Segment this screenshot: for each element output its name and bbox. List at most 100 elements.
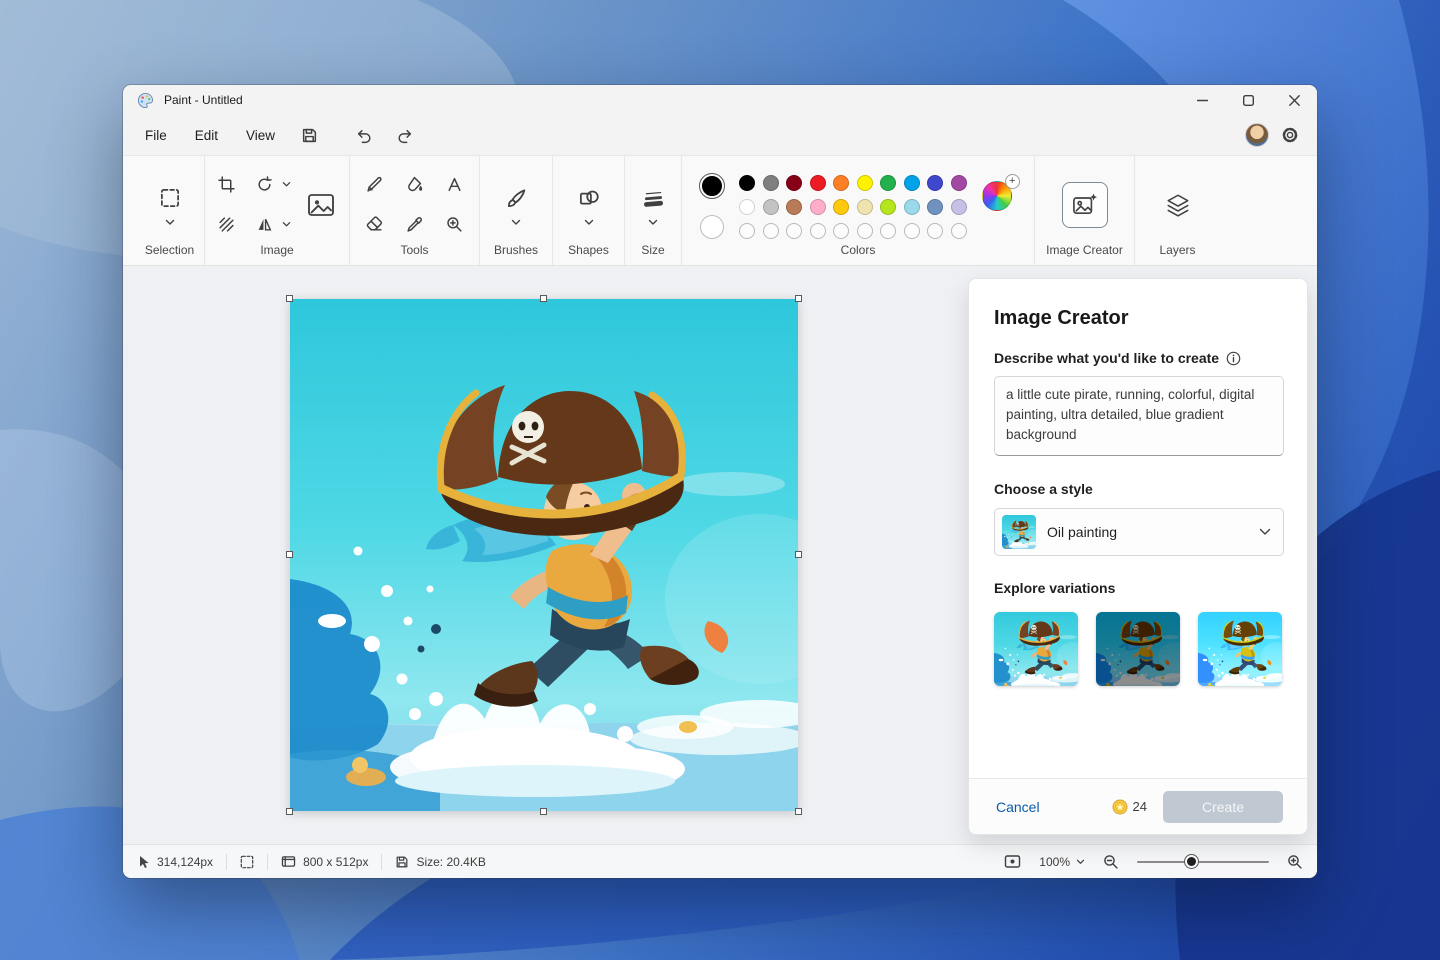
credits-coin-icon bbox=[1112, 799, 1128, 815]
empty-color-slot[interactable] bbox=[880, 223, 896, 239]
color-swatch[interactable] bbox=[833, 175, 849, 191]
color-swatch[interactable] bbox=[786, 175, 802, 191]
account-avatar[interactable] bbox=[1245, 123, 1269, 147]
color-swatch[interactable] bbox=[857, 199, 873, 215]
chevron-down-icon[interactable] bbox=[511, 219, 521, 226]
maximize-icon bbox=[1243, 95, 1254, 106]
chevron-down-icon[interactable] bbox=[282, 221, 291, 228]
group-label-image: Image bbox=[260, 243, 293, 259]
zoom-slider-thumb[interactable] bbox=[1185, 855, 1198, 868]
color-swatch[interactable] bbox=[857, 175, 873, 191]
group-label-image-creator: Image Creator bbox=[1046, 243, 1123, 259]
color-swatch[interactable] bbox=[763, 199, 779, 215]
zoom-to-fit-icon[interactable] bbox=[1004, 854, 1021, 869]
color-swatch[interactable] bbox=[786, 199, 802, 215]
selection-handle[interactable] bbox=[795, 808, 802, 815]
chevron-down-icon[interactable] bbox=[282, 181, 291, 188]
menu-file[interactable]: File bbox=[131, 121, 181, 150]
color-swatch[interactable] bbox=[904, 175, 920, 191]
empty-color-slot[interactable] bbox=[739, 223, 755, 239]
save-button[interactable] bbox=[292, 120, 326, 150]
color-swatch[interactable] bbox=[810, 175, 826, 191]
color-swatch[interactable] bbox=[904, 199, 920, 215]
generated-canvas-image[interactable] bbox=[290, 299, 798, 811]
selection-handle[interactable] bbox=[286, 808, 293, 815]
color-swatch[interactable] bbox=[880, 175, 896, 191]
background-color-swatch[interactable] bbox=[700, 215, 724, 239]
close-button[interactable] bbox=[1271, 85, 1317, 115]
zoom-level-dropdown[interactable]: 100% bbox=[1031, 851, 1093, 873]
create-button[interactable]: Create bbox=[1163, 791, 1283, 823]
color-swatch[interactable] bbox=[810, 199, 826, 215]
color-swatch[interactable] bbox=[763, 175, 779, 191]
redo-button[interactable] bbox=[387, 120, 421, 150]
empty-color-slot[interactable] bbox=[763, 223, 779, 239]
shapes-button[interactable] bbox=[574, 183, 604, 213]
layers-button[interactable] bbox=[1158, 185, 1198, 225]
magnifier-tool-button[interactable] bbox=[440, 210, 470, 240]
menu-view[interactable]: View bbox=[232, 121, 289, 150]
color-picker-tool-button[interactable] bbox=[400, 210, 430, 240]
menu-edit[interactable]: Edit bbox=[181, 121, 232, 150]
pencil-tool-button[interactable] bbox=[360, 170, 390, 200]
variation-thumbnail-2[interactable] bbox=[1096, 612, 1180, 686]
cancel-button[interactable]: Cancel bbox=[996, 799, 1040, 815]
variation-thumbnail-3[interactable] bbox=[1198, 612, 1282, 686]
color-swatch[interactable] bbox=[880, 199, 896, 215]
zoom-in-icon[interactable] bbox=[1287, 854, 1303, 870]
titlebar[interactable]: Paint - Untitled bbox=[123, 85, 1317, 115]
chevron-down-icon[interactable] bbox=[165, 219, 175, 226]
credits-count: 24 bbox=[1133, 799, 1147, 814]
minimize-button[interactable] bbox=[1179, 85, 1225, 115]
empty-color-slot[interactable] bbox=[786, 223, 802, 239]
variation-thumbnail-1[interactable] bbox=[994, 612, 1078, 686]
undo-button[interactable] bbox=[347, 120, 381, 150]
text-tool-button[interactable] bbox=[440, 170, 470, 200]
selection-handle[interactable] bbox=[795, 551, 802, 558]
image-creator-button[interactable] bbox=[1062, 182, 1108, 228]
empty-color-slot[interactable] bbox=[951, 223, 967, 239]
minimize-icon bbox=[1197, 95, 1208, 106]
fill-tool-button[interactable] bbox=[400, 170, 430, 200]
selection-handle[interactable] bbox=[286, 551, 293, 558]
brushes-button[interactable] bbox=[501, 183, 531, 213]
add-color-badge[interactable]: + bbox=[1005, 174, 1020, 189]
empty-color-slot[interactable] bbox=[927, 223, 943, 239]
color-swatch[interactable] bbox=[739, 199, 755, 215]
color-swatch[interactable] bbox=[739, 175, 755, 191]
color-swatch[interactable] bbox=[833, 199, 849, 215]
flip-button[interactable] bbox=[249, 210, 279, 240]
canvas-selection[interactable] bbox=[290, 299, 798, 811]
crop-button[interactable] bbox=[211, 170, 241, 200]
resize-image-button[interactable] bbox=[299, 183, 343, 227]
color-swatch[interactable] bbox=[927, 175, 943, 191]
foreground-color-swatch[interactable] bbox=[700, 174, 724, 198]
zoom-out-icon[interactable] bbox=[1103, 854, 1119, 870]
selection-tool-button[interactable] bbox=[155, 183, 185, 213]
size-button[interactable] bbox=[638, 183, 668, 213]
file-size-icon bbox=[395, 855, 409, 869]
selection-handle[interactable] bbox=[795, 295, 802, 302]
empty-color-slot[interactable] bbox=[810, 223, 826, 239]
empty-color-slot[interactable] bbox=[904, 223, 920, 239]
selection-handle[interactable] bbox=[286, 295, 293, 302]
color-swatch[interactable] bbox=[951, 199, 967, 215]
empty-color-slot[interactable] bbox=[833, 223, 849, 239]
color-swatch[interactable] bbox=[951, 175, 967, 191]
info-icon[interactable] bbox=[1226, 351, 1241, 366]
color-swatch[interactable] bbox=[927, 199, 943, 215]
settings-gear-icon[interactable] bbox=[1281, 126, 1299, 144]
selection-handle[interactable] bbox=[540, 295, 547, 302]
free-select-button[interactable] bbox=[211, 210, 241, 240]
rotate-button[interactable] bbox=[249, 170, 279, 200]
zoom-slider-track[interactable] bbox=[1137, 861, 1269, 863]
style-dropdown[interactable]: Oil painting bbox=[994, 508, 1284, 556]
prompt-input[interactable]: a little cute pirate, running, colorful,… bbox=[994, 376, 1284, 456]
chevron-down-icon[interactable] bbox=[584, 219, 594, 226]
chevron-down-icon[interactable] bbox=[648, 219, 658, 226]
eraser-tool-button[interactable] bbox=[360, 210, 390, 240]
maximize-button[interactable] bbox=[1225, 85, 1271, 115]
zoom-slider[interactable] bbox=[1137, 855, 1269, 869]
empty-color-slot[interactable] bbox=[857, 223, 873, 239]
selection-handle[interactable] bbox=[540, 808, 547, 815]
